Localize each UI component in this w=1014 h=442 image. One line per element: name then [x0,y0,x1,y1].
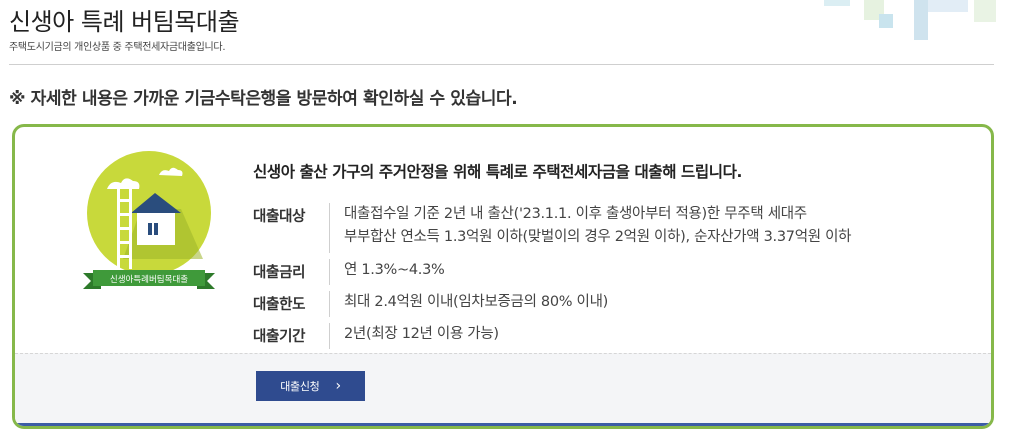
period-label: 대출기간 [253,323,330,349]
info-row-period: 대출기간 2년(최장 12년 이용 가능) [253,317,973,349]
info-row-rate: 대출금리 연 1.3%~4.3% [253,253,973,285]
period-value: 2년(최장 12년 이용 가능) [344,326,499,342]
notice-text: ※ 자세한 내용은 가까운 기금수탁은행을 방문하여 확인하실 수 있습니다. [9,89,518,109]
card-footer [15,353,991,426]
emblem-label: 신생아특례버팀목대출 [110,274,188,285]
info-row-target: 대출대상 대출접수일 기준 2년 내 출산('23.1.1. 이후 출생아부터 … [253,203,973,253]
limit-label: 대출한도 [253,291,330,317]
divider [9,64,994,65]
apply-loan-button[interactable]: 대출신청 › [256,371,365,401]
header-decoration [824,0,1014,42]
page-subtitle: 주택도시기금의 개인상품 중 주택전세자금대출입니다. [9,42,226,53]
limit-value: 최대 2.4억원 이내(임차보증금의 80% 이내) [344,294,608,310]
product-emblem: 신생아특례버팀목대출 [83,151,215,289]
target-label: 대출대상 [253,203,330,253]
page-title: 신생아 특례 버팀목대출 [9,8,240,36]
product-card: 신생아특례버팀목대출 신생아 출산 가구의 주거안정을 위해 특례로 주택전세자… [12,124,994,429]
target-value: 대출접수일 기준 2년 내 출산('23.1.1. 이후 출생아부터 적용)한 … [330,203,851,253]
target-value-line1: 대출접수일 기준 2년 내 출산('23.1.1. 이후 출생아부터 적용)한 … [344,206,807,222]
loan-info-list: 대출대상 대출접수일 기준 2년 내 출산('23.1.1. 이후 출생아부터 … [253,203,973,349]
chevron-right-icon: › [335,378,341,394]
product-headline: 신생아 출산 가구의 주거안정을 위해 특례로 주택전세자금을 대출해 드립니다… [253,163,742,181]
target-value-line2: 부부합산 연소득 1.3억원 이하(맞벌이의 경우 2억원 이하), 순자산가액… [344,229,852,245]
card-bottom-line [15,423,991,426]
info-row-limit: 대출한도 최대 2.4억원 이내(임차보증금의 80% 이내) [253,285,973,317]
rate-value: 연 1.3%~4.3% [344,262,445,278]
rate-label: 대출금리 [253,259,330,285]
apply-loan-label: 대출신청 [280,380,320,393]
